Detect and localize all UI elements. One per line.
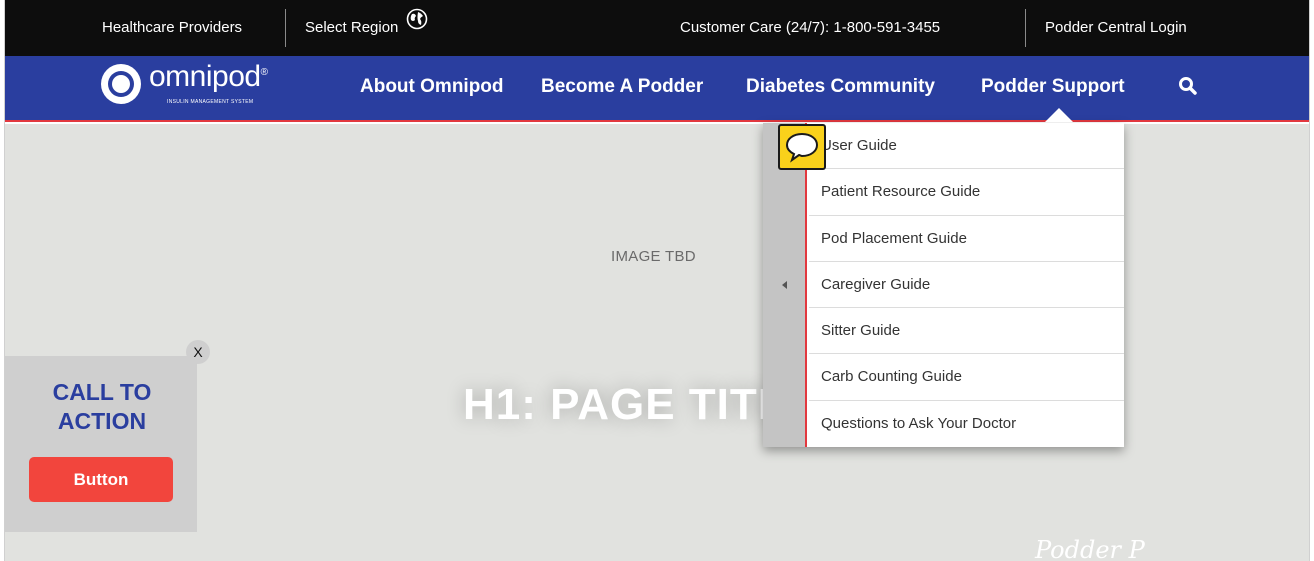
utility-divider — [285, 9, 286, 47]
hero-image-placeholder: IMAGE TBD — [611, 248, 696, 265]
globe-icon — [406, 0, 428, 54]
main-nav: omnipod® INSULIN MANAGEMENT SYSTEM About… — [5, 56, 1309, 122]
utility-bar: Healthcare Providers Select Region Custo… — [5, 0, 1309, 56]
nav-diabetes-community[interactable]: Diabetes Community — [746, 56, 935, 120]
dropdown-item-caregiver-guide[interactable]: Caregiver Guide — [809, 262, 1124, 309]
dropdown-item-questions-doctor[interactable]: Questions to Ask Your Doctor — [809, 401, 1124, 447]
select-region-link[interactable]: Select Region — [305, 0, 428, 56]
dropdown-item-user-guide[interactable]: User Guide — [809, 123, 1124, 170]
nav-about-omnipod[interactable]: About Omnipod — [360, 56, 504, 120]
dropdown-collapse-rail[interactable] — [763, 123, 807, 447]
cta-close-button[interactable]: X — [186, 340, 210, 364]
customer-care-phone: Customer Care (24/7): 1-800-591-3455 — [680, 19, 941, 36]
omnipod-logo[interactable]: omnipod® INSULIN MANAGEMENT SYSTEM — [101, 58, 271, 118]
logo-wordmark: omnipod® — [149, 60, 268, 93]
dropdown-item-pod-placement-guide[interactable]: Pod Placement Guide — [809, 216, 1124, 262]
podder-support-dropdown: User Guide Patient Resource Guide Pod Pl… — [763, 123, 1124, 447]
dropdown-item-sitter-guide[interactable]: Sitter Guide — [809, 308, 1124, 355]
dropdown-item-carb-counting-guide[interactable]: Carb Counting Guide — [809, 354, 1124, 401]
page-frame: Healthcare Providers Select Region Custo… — [4, 0, 1310, 561]
call-to-action-box: CALL TO ACTION Button — [5, 356, 197, 532]
search-icon[interactable] — [1177, 75, 1199, 97]
dropdown-item-patient-resource-guide[interactable]: Patient Resource Guide — [809, 169, 1124, 216]
select-region-label: Select Region — [305, 19, 399, 36]
nav-become-a-podder[interactable]: Become A Podder — [541, 56, 703, 120]
healthcare-providers-link[interactable]: Healthcare Providers — [102, 0, 242, 56]
podder-central-login-link[interactable]: Podder Central Login — [1045, 0, 1187, 56]
utility-divider — [1025, 9, 1026, 47]
dropdown-list: User Guide Patient Resource Guide Pod Pl… — [809, 123, 1124, 447]
omnipod-logo-mark — [101, 64, 141, 104]
cta-title: CALL TO ACTION — [52, 379, 152, 434]
cta-button[interactable]: Button — [29, 457, 173, 502]
chevron-left-icon — [782, 281, 787, 289]
podder-script-logo: Podder P — [1035, 536, 1145, 561]
dropdown-caret — [1045, 108, 1073, 122]
chat-bubble-icon[interactable] — [778, 124, 826, 170]
logo-tagline: INSULIN MANAGEMENT SYSTEM — [167, 99, 254, 105]
